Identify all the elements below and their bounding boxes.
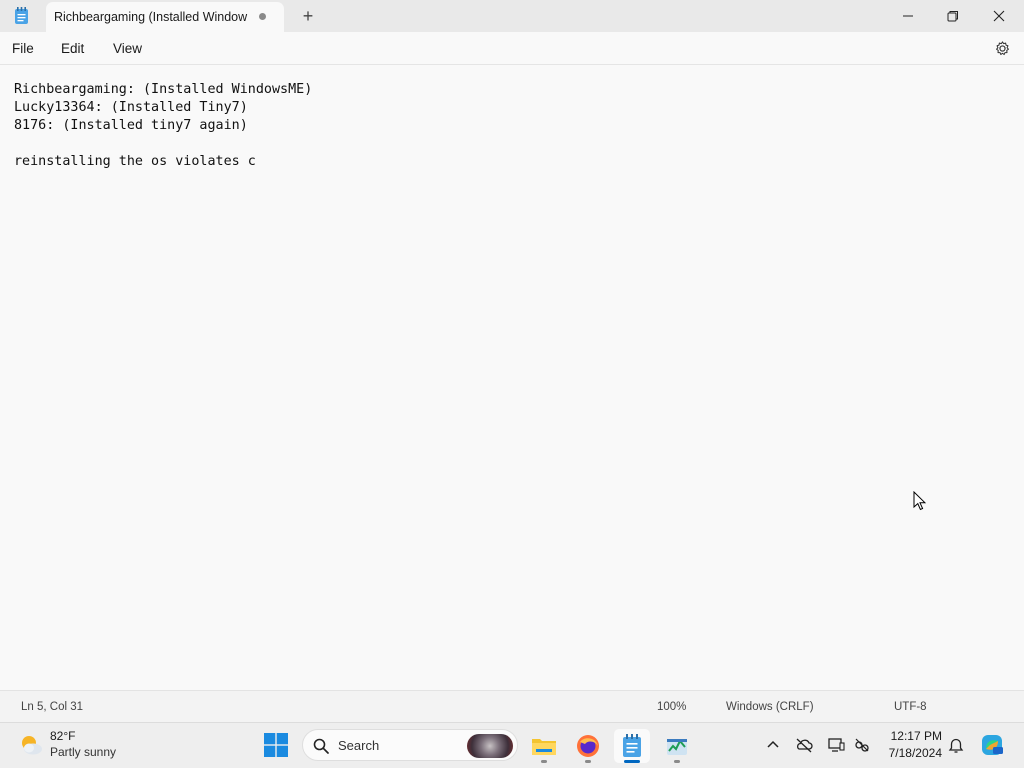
settings-gear-icon[interactable] (994, 40, 1011, 57)
text-editor[interactable]: Richbeargaming: (Installed WindowsME) Lu… (0, 65, 1024, 690)
mouse-pointer-icon (913, 491, 926, 511)
chevron-up-icon[interactable] (764, 736, 782, 754)
new-tab-button[interactable]: + (298, 6, 318, 26)
menu-edit[interactable]: Edit (61, 41, 84, 56)
task-manager-icon (667, 739, 687, 755)
clock-date: 7/18/2024 (888, 746, 942, 760)
windows-start-icon[interactable] (264, 733, 288, 757)
editor-line: 8176: (Installed tiny7 again) (14, 118, 248, 133)
tab-document[interactable]: Richbeargaming (Installed Window (46, 2, 284, 32)
taskbar-task-manager[interactable] (659, 729, 695, 763)
running-indicator (674, 760, 680, 763)
clock-time: 12:17 PM (890, 729, 942, 743)
title-bar: Richbeargaming (Installed Window + (0, 0, 1024, 32)
close-icon (993, 10, 1005, 22)
taskbar-firefox[interactable] (570, 729, 606, 763)
minimize-icon (903, 15, 913, 17)
notepad-app-icon (15, 7, 28, 24)
active-indicator (624, 760, 640, 763)
restore-button[interactable] (930, 0, 976, 32)
taskbar-search[interactable]: Search (302, 729, 518, 761)
search-icon (313, 738, 329, 754)
taskbar-file-explorer[interactable] (526, 729, 562, 763)
onedrive-offline-icon[interactable] (795, 736, 813, 754)
menu-bar: File Edit View (0, 32, 1024, 65)
status-bar: Ln 5, Col 31 100% Windows (CRLF) UTF-8 (0, 690, 1024, 722)
weather-description: Partly sunny (50, 745, 117, 759)
firefox-icon (577, 735, 599, 757)
cursor-position: Ln 5, Col 31 (21, 701, 84, 713)
copilot-icon[interactable] (980, 733, 1004, 757)
close-button[interactable] (976, 0, 1022, 32)
notepad-icon (623, 734, 641, 757)
partly-sunny-icon (22, 736, 42, 755)
encoding[interactable]: UTF-8 (894, 701, 927, 713)
network-icon[interactable] (853, 736, 871, 754)
editor-line: reinstalling the os violates c (14, 154, 256, 169)
taskbar: 82°F Partly sunny Search 12:17 PM 7/18/2… (0, 722, 1024, 768)
notification-bell-icon[interactable] (947, 736, 965, 754)
restore-icon (947, 11, 958, 22)
taskbar-notepad[interactable] (614, 729, 650, 763)
file-explorer-icon (532, 739, 556, 755)
running-indicator (541, 760, 547, 763)
unsaved-changes-dot-icon[interactable] (259, 13, 266, 20)
search-highlight-image (467, 734, 513, 758)
display-icon[interactable] (827, 736, 845, 754)
tab-title: Richbeargaming (Installed Window (54, 10, 248, 24)
minimize-button[interactable] (885, 0, 931, 32)
menu-file[interactable]: File (12, 41, 34, 56)
weather-temperature: 82°F (50, 729, 76, 743)
search-placeholder: Search (338, 738, 380, 753)
editor-line: Lucky13364: (Installed Tiny7) (14, 100, 248, 115)
running-indicator (585, 760, 591, 763)
editor-line: Richbeargaming: (Installed WindowsME) (14, 82, 313, 97)
zoom-level[interactable]: 100% (657, 701, 686, 713)
menu-view[interactable]: View (113, 41, 142, 56)
line-ending[interactable]: Windows (CRLF) (726, 701, 814, 713)
